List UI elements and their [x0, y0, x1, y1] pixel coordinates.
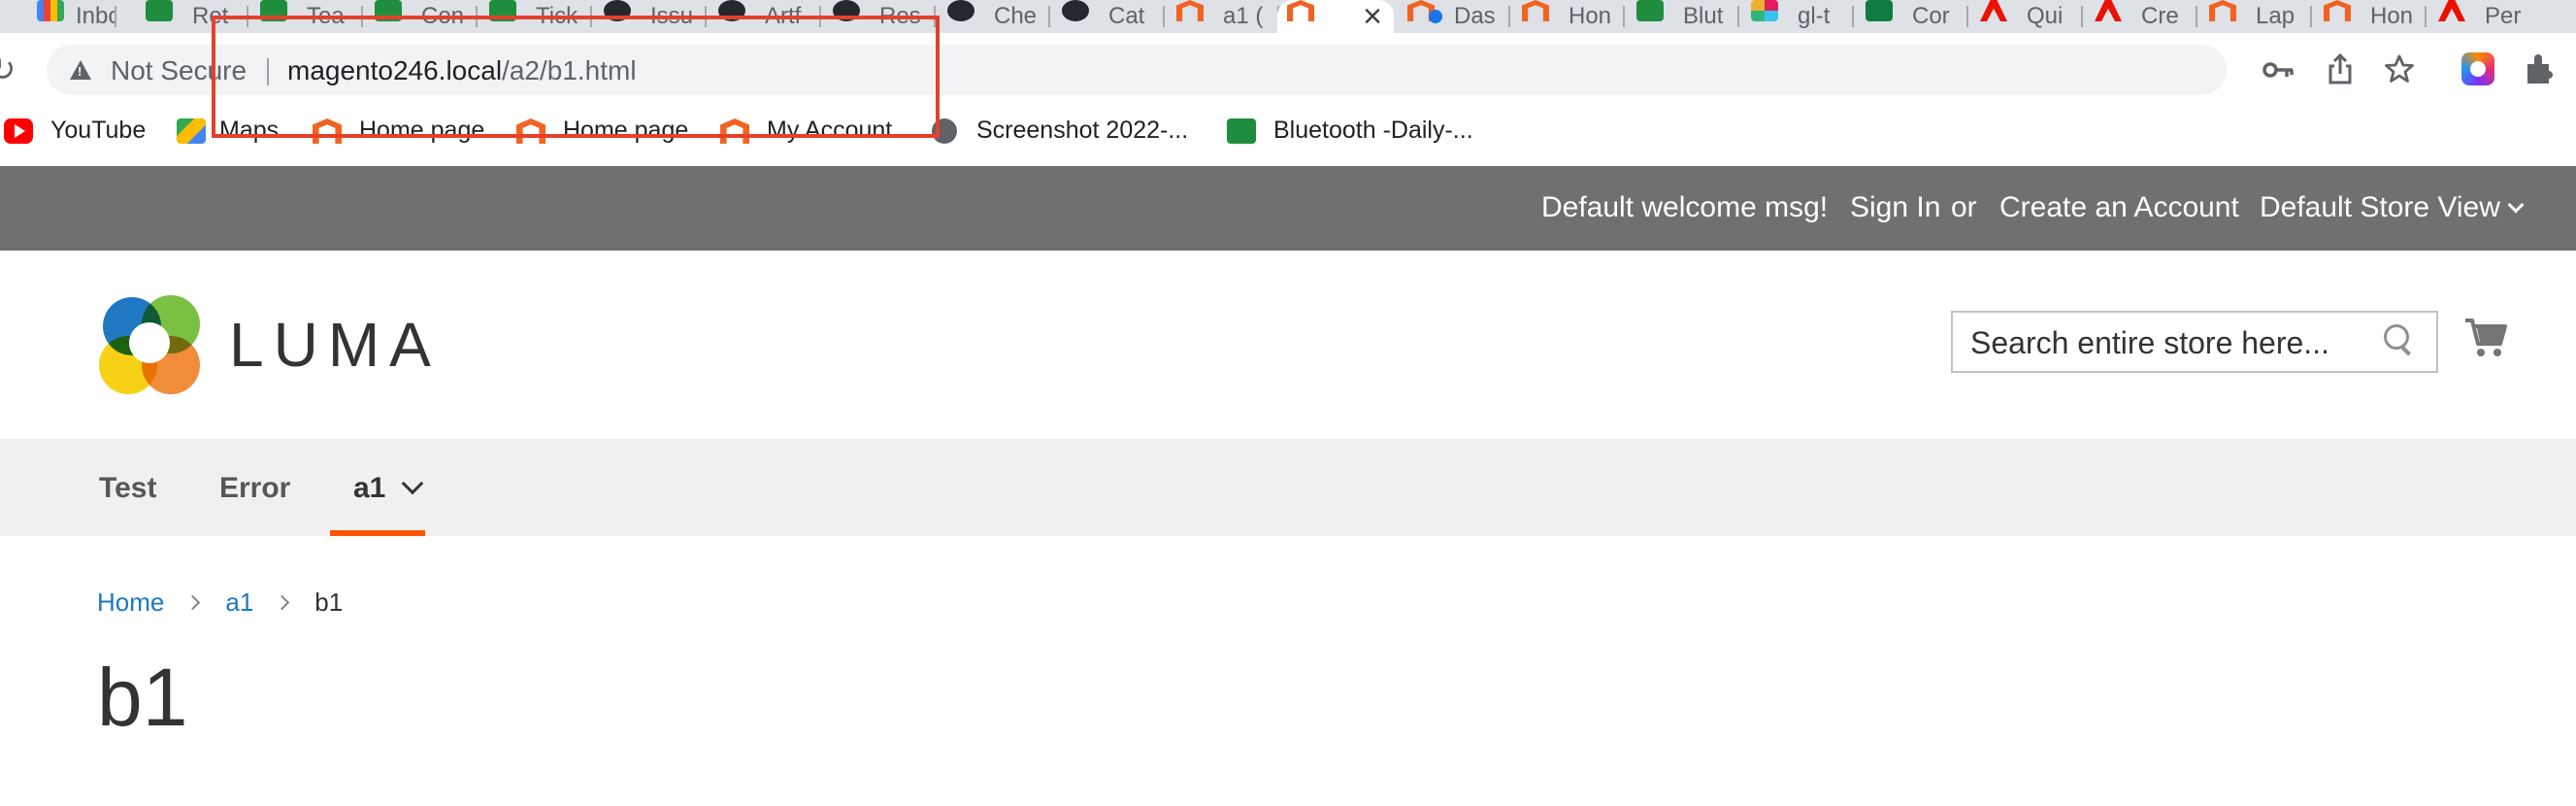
excel-icon [1866, 0, 1893, 21]
github-icon [1062, 0, 1089, 21]
tab-label: Hon [2370, 3, 2414, 29]
browser-tab[interactable]: Che [938, 0, 1050, 33]
notification-dot-icon [1429, 10, 1442, 23]
breadcrumb: Home a1 b1 [97, 588, 343, 618]
browser-tab[interactable]: a1 ( [1167, 0, 1279, 33]
tab-label: Che [994, 3, 1038, 29]
store-view-switcher[interactable]: Default Store View [2260, 191, 2525, 224]
browser-tab[interactable]: Blut [1627, 0, 1739, 33]
reload-icon[interactable]: ↻ [0, 50, 17, 89]
browser-tab[interactable]: Cor [1856, 0, 1968, 33]
breadcrumb-a1[interactable]: a1 [225, 588, 253, 617]
chevron-down-icon [2507, 196, 2525, 214]
luma-logo-icon[interactable] [97, 293, 204, 394]
tab-label: Cor [1912, 3, 1950, 29]
breadcrumb-current: b1 [314, 588, 344, 617]
bookmark-bluetooth[interactable]: Bluetooth -Daily-... [1273, 117, 1473, 145]
chevron-right-icon [275, 594, 290, 611]
store-view-label: Default Store View [2260, 191, 2500, 223]
close-icon[interactable]: × [1363, 0, 1382, 33]
star-icon[interactable] [2384, 53, 2415, 84]
nav-item-a1[interactable]: a1 [353, 472, 424, 505]
page-title: b1 [97, 652, 188, 743]
logo-text[interactable]: LUMA [229, 309, 441, 381]
sign-in-link[interactable]: Sign In [1850, 191, 1940, 224]
sheets-icon [1227, 118, 1256, 144]
slack-icon [1751, 0, 1778, 21]
browser-tab[interactable]: Cre [2085, 0, 2197, 33]
create-account-link[interactable]: Create an Account [1999, 191, 2239, 224]
browser-tab[interactable]: gl-t [1741, 0, 1854, 33]
sheets-icon [1636, 0, 1664, 21]
browser-tab[interactable]: Inbo [0, 0, 116, 33]
nav-item-error[interactable]: Error [219, 472, 290, 505]
browser-tab[interactable]: Lap [2199, 0, 2312, 33]
extensions-icon[interactable] [2524, 52, 2557, 85]
share-icon[interactable] [2326, 52, 2355, 85]
or-text: or [1951, 191, 1977, 223]
nav-item-label: a1 [353, 472, 386, 504]
tab-label: Qui [2027, 3, 2064, 29]
tab-label: Blut [1683, 3, 1724, 29]
search-input[interactable] [1970, 324, 2378, 361]
browser-tab[interactable]: Das [1398, 0, 1510, 33]
browser-tab[interactable]: Hon [1512, 0, 1625, 33]
highlight-annotation-box [212, 16, 940, 138]
browser-tab[interactable]: Per [2428, 0, 2541, 33]
welcome-message: Default welcome msg! [1541, 191, 1829, 223]
bookmark-screenshot[interactable]: Screenshot 2022-... [976, 117, 1188, 145]
warning-icon[interactable] [70, 60, 91, 80]
main-navigation: Test Error a1 [0, 439, 2576, 536]
store-top-bar: Default welcome msg! Sign In or Create a… [0, 166, 2576, 251]
active-nav-indicator [330, 530, 425, 536]
breadcrumb-home[interactable]: Home [97, 588, 164, 617]
search-field[interactable] [1951, 311, 2438, 373]
search-icon[interactable] [2384, 324, 2413, 357]
browser-tab[interactable]: Hon [2314, 0, 2427, 33]
bookmark-youtube[interactable]: YouTube [50, 117, 146, 145]
browser-tab-active[interactable]: × [1277, 0, 1394, 33]
chevron-right-icon [185, 594, 201, 611]
sheets-icon [146, 0, 173, 21]
browser-tab[interactable]: Cat [1052, 0, 1165, 33]
cart-icon[interactable] [2463, 317, 2508, 359]
magento-icon [1287, 0, 1314, 21]
tab-label: a1 ( [1223, 3, 1264, 29]
key-icon[interactable] [2262, 58, 2295, 82]
nav-item-test[interactable]: Test [99, 472, 156, 505]
tab-label: Cre [2141, 3, 2179, 29]
profile-avatar-icon[interactable] [2461, 52, 2494, 85]
maps-icon [177, 118, 206, 144]
gmail-icon [37, 0, 64, 21]
browser-tab[interactable]: Qui [1970, 0, 2083, 33]
tab-label: Hon [1569, 3, 1612, 29]
youtube-icon [4, 118, 33, 144]
tab-label: Per [2485, 3, 2522, 29]
github-icon [947, 0, 974, 21]
chevron-down-icon [402, 472, 424, 495]
tab-label: Lap [2256, 3, 2295, 29]
tab-label: Cat [1108, 3, 1145, 29]
